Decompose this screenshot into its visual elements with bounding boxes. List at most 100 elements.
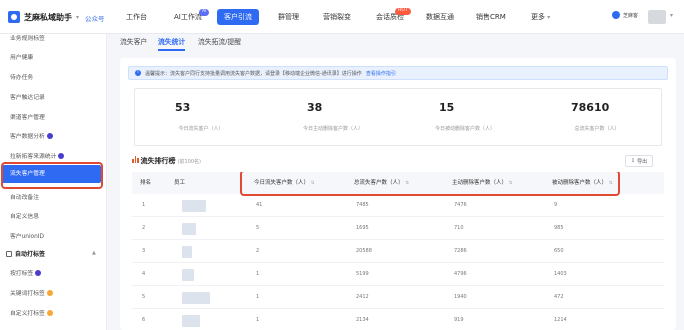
user-icon — [612, 11, 620, 19]
cell-rank: 4 — [142, 271, 146, 277]
sidebar-item-touch-records[interactable]: 客户触达记录 — [10, 92, 45, 101]
premium-gem-icon — [46, 309, 53, 316]
cell-passive: 985 — [554, 225, 564, 231]
sidebar-item-label: 按打标签 — [10, 271, 34, 277]
column-header-employee: 员工 — [174, 180, 186, 186]
cell-today: 41 — [256, 202, 263, 208]
sidebar-item-channel-customers[interactable]: 渠道客户管理 — [10, 112, 45, 121]
stat-label: 今日流失客户（人） — [178, 126, 224, 132]
sidebar-item-tagging[interactable]: 按打标签 — [10, 268, 42, 277]
employee-name-redacted — [182, 315, 200, 327]
cell-rank: 1 — [142, 202, 146, 208]
top-bar: 芝麻私域助手 ▾ 公众号 工作台 AI工作流 AI 客户引流 群管理 营销裂变 … — [0, 0, 684, 34]
sidebar-item-unionid[interactable]: 客户unionID — [10, 231, 44, 240]
stat-total-lost: 78610 总流失客户数（人） — [531, 89, 663, 147]
stat-value: 53 — [175, 101, 191, 114]
sidebar-item-todo[interactable]: 待办任务 — [10, 72, 33, 81]
cell-rank: 6 — [142, 317, 146, 323]
table-row: 5 1 2412 1940 472 — [132, 286, 664, 309]
page-tabs: 流失客户 流失统计 流失拓流/提醒 — [120, 34, 684, 52]
chevron-down-icon[interactable]: ▾ — [670, 12, 673, 19]
cell-total: 7485 — [356, 202, 369, 208]
export-button[interactable]: ⇩ 导出 — [625, 155, 653, 167]
table-row: 3 2 20588 7286 650 — [132, 240, 664, 263]
tab-lost-customers[interactable]: 流失客户 — [120, 36, 147, 46]
nav-more-label: 更多 — [531, 13, 545, 21]
sidebar-group-auto-tag[interactable]: 自动打标签 — [6, 249, 45, 258]
nav-data-sync[interactable]: 数据互通 — [426, 12, 454, 22]
cell-passive: 650 — [554, 248, 564, 254]
ranking-table: 排名 员工 今日流失客户数（人） ⇅ 总流失客户数（人） ⇅ 主动删除客户数（人… — [132, 172, 664, 330]
cell-total: 20588 — [356, 248, 372, 254]
employee-name-redacted — [182, 246, 192, 258]
cell-today: 2 — [256, 248, 260, 254]
column-header-rank: 排名 — [140, 180, 152, 186]
cell-rank: 3 — [142, 248, 146, 254]
chevron-down-icon: ▾ — [76, 13, 80, 21]
premium-gem-icon — [46, 289, 53, 296]
ranking-icon — [132, 156, 139, 163]
avatar[interactable] — [648, 10, 666, 24]
employee-name-redacted — [182, 269, 194, 281]
app-logo[interactable]: 芝麻私域助手 ▾ — [8, 11, 79, 23]
nav-marketing-fission[interactable]: 营销裂变 — [323, 12, 351, 22]
ranking-header: 流失排行榜 (前100名) — [132, 156, 201, 166]
chevron-up-icon[interactable]: ▲ — [92, 250, 96, 256]
cell-passive: 1214 — [554, 317, 567, 323]
cell-rank: 5 — [142, 294, 146, 300]
sidebar-item-keyword-tagging[interactable]: 关键词打标签 — [10, 288, 53, 297]
stats-panel: 53 今日流失客户（人） 38 今日主动删除客户数（人） 15 今日被动删除客户… — [134, 88, 662, 146]
main-content: i 温馨提示：流失客户同行支持批量调用流失客户数据，请登录【移动端企业微信-通讯… — [120, 58, 676, 330]
cell-today: 1 — [256, 271, 260, 277]
stat-today-passive-delete: 15 今日被动删除客户数（人） — [399, 89, 531, 147]
tip-guide-link[interactable]: 查看操作指引 — [366, 70, 396, 77]
nav-more[interactable]: 更多 ▾ — [531, 12, 550, 22]
cell-today: 1 — [256, 317, 260, 323]
export-icon: ⇩ — [630, 158, 636, 164]
tab-lost-stats[interactable]: 流失统计 — [158, 36, 186, 51]
table-row: 6 1 2134 919 1214 — [132, 309, 664, 330]
chevron-down-icon: ▾ — [547, 14, 551, 21]
ranking-title: 流失排行榜 — [140, 157, 176, 165]
user-menu[interactable]: 芝麻客 — [612, 11, 638, 19]
stat-value: 15 — [439, 101, 455, 114]
account-link[interactable]: 公众号 — [85, 13, 105, 23]
nav-ai-workflow[interactable]: AI工作流 — [174, 12, 202, 22]
employee-name-redacted — [182, 223, 196, 235]
nav-sales-crm[interactable]: 销售CRM — [476, 12, 506, 22]
stat-label: 今日被动删除客户数（人） — [434, 126, 495, 132]
table-row: 2 5 1695 710 985 — [132, 217, 664, 240]
sidebar-group-label: 自动打标签 — [15, 251, 46, 258]
sidebar-item-auto-remark[interactable]: 自动改备注 — [10, 192, 39, 201]
sidebar: 业务规则标签 用户健康 待办任务 客户触达记录 渠道客户管理 客户数据分析 拉新… — [0, 34, 107, 330]
cell-active: 4796 — [454, 271, 467, 277]
cell-total: 1695 — [356, 225, 369, 231]
cell-active: 1940 — [454, 294, 467, 300]
tab-lost-reminders[interactable]: 流失拓流/提醒 — [198, 36, 241, 46]
sidebar-item-source-stats[interactable]: 拉新拓客来源统计 — [10, 151, 65, 160]
cell-rank: 2 — [142, 225, 146, 231]
tip-banner: i 温馨提示：流失客户同行支持批量调用流失客户数据，请登录【移动端企业微信-通讯… — [128, 66, 668, 80]
nav-customer-acquisition[interactable]: 客户引流 — [217, 9, 259, 25]
cell-today: 1 — [256, 294, 260, 300]
cell-active: 710 — [454, 225, 464, 231]
cell-total: 2134 — [356, 317, 369, 323]
sidebar-item-custom-info[interactable]: 自定义信息 — [10, 211, 39, 220]
sidebar-item-customer-analysis[interactable]: 客户数据分析 — [10, 131, 53, 140]
sidebar-item-label: 拉新拓客来源统计 — [10, 154, 57, 160]
cell-active: 919 — [454, 317, 464, 323]
cell-passive: 9 — [554, 202, 558, 208]
stat-today-lost: 53 今日流失客户（人） — [135, 89, 267, 147]
cell-total: 5199 — [356, 271, 369, 277]
sidebar-item-business-tags[interactable]: 业务规则标签 — [10, 33, 45, 42]
tip-text: 温馨提示：流失客户同行支持批量调用流失客户数据，请登录【移动端企业微信-通讯录】… — [145, 70, 362, 77]
nav-workbench[interactable]: 工作台 — [126, 12, 147, 22]
export-label: 导出 — [637, 158, 648, 165]
stat-today-active-delete: 38 今日主动删除客户数（人） — [267, 89, 399, 147]
nav-group-management[interactable]: 群管理 — [278, 12, 299, 22]
tag-icon — [6, 250, 12, 257]
cell-today: 5 — [256, 225, 260, 231]
sidebar-item-label: 关键词打标签 — [10, 291, 45, 297]
sidebar-item-user-health[interactable]: 用户健康 — [10, 52, 33, 61]
sidebar-item-custom-tagging[interactable]: 自定义打标签 — [10, 308, 53, 317]
